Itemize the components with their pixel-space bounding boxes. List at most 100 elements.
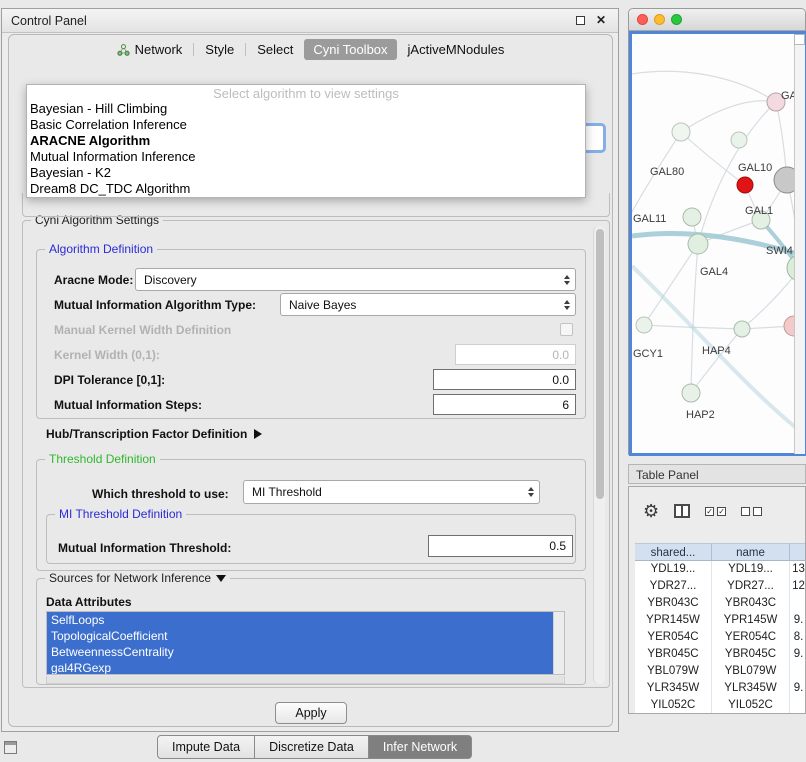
table-row[interactable]: YDR27...YDR27...12 [635, 578, 806, 595]
table-row[interactable]: YBL079WYBL079W [635, 663, 806, 680]
algorithm-option-selected[interactable]: ARACNE Algorithm [27, 133, 585, 149]
aracne-mode-select[interactable]: Discovery [135, 268, 576, 291]
close-icon[interactable]: ✕ [596, 13, 606, 27]
table-cell[interactable]: 8. [790, 629, 806, 646]
minimized-panel-icon[interactable] [4, 741, 17, 754]
network-node[interactable] [682, 384, 700, 402]
tab-cyni-toolbox[interactable]: Cyni Toolbox [304, 39, 396, 60]
table-panel-titlebar[interactable]: Table Panel [628, 464, 806, 484]
network-vertical-scrollbar[interactable] [794, 34, 805, 454]
algorithm-option[interactable]: Dream8 DC_TDC Algorithm [27, 181, 585, 197]
which-threshold-select[interactable]: MI Threshold [243, 480, 540, 504]
network-edge[interactable] [691, 244, 698, 393]
sources-group-title[interactable]: Sources for Network Inference [45, 571, 230, 585]
settings-scrollbar[interactable] [593, 226, 605, 684]
table-cell[interactable]: YLR345W [712, 680, 790, 697]
zoom-traffic-light[interactable] [671, 14, 682, 25]
table-cell[interactable]: 13 [790, 561, 806, 578]
mi-steps-field[interactable]: 6 [433, 394, 576, 415]
table-cell[interactable]: YBR043C [635, 595, 712, 612]
table-cell[interactable]: YPR145W [712, 612, 790, 629]
tab-style[interactable]: Style [196, 39, 243, 60]
network-node[interactable] [734, 321, 750, 337]
table-row[interactable]: YLR345WYLR345W9. [635, 680, 806, 697]
kernel-width-field[interactable]: 0.0 [455, 344, 576, 365]
attribute-item-selected[interactable]: gal4RGexp [47, 660, 555, 675]
control-panel-titlebar[interactable]: Control Panel ✕ [2, 9, 618, 33]
table-cell[interactable]: YBR045C [712, 646, 790, 663]
table-cell[interactable] [790, 697, 806, 714]
gear-icon[interactable]: ⚙ [643, 501, 659, 521]
deselect-all-icon[interactable] [741, 507, 762, 516]
hub-transcription-section[interactable]: Hub/Transcription Factor Definition [46, 427, 262, 441]
settings-scrollbar-thumb[interactable] [596, 229, 604, 499]
table-cell[interactable]: YDR27... [635, 578, 712, 595]
network-canvas[interactable]: GAL...GAL80GAL10GAL11GAL1SWI4GAL4GCY1HAP… [629, 31, 806, 456]
network-node[interactable] [636, 317, 652, 333]
table-cell[interactable]: YPR145W [635, 612, 712, 629]
table-cell[interactable]: 9. [790, 646, 806, 663]
algorithm-option[interactable]: Bayesian - K2 [27, 165, 585, 181]
network-edge[interactable] [632, 71, 776, 102]
select-all-icon[interactable]: ✓✓ [705, 507, 726, 516]
attribute-item-selected[interactable]: TopologicalCoefficient [47, 628, 555, 644]
table-row[interactable]: YDL19...YDL19...13 [635, 561, 806, 578]
apply-button[interactable]: Apply [275, 702, 347, 724]
table-cell[interactable]: YIL052C [712, 697, 790, 714]
table-cell[interactable]: YER054C [635, 629, 712, 646]
tab-infer-network[interactable]: Infer Network [368, 735, 472, 759]
table-cell[interactable]: YIL052C [635, 697, 712, 714]
algorithm-option[interactable]: Mutual Information Inference [27, 149, 585, 165]
network-node[interactable] [737, 177, 753, 193]
algorithm-option[interactable]: Basic Correlation Inference [27, 117, 585, 133]
tab-network[interactable]: Network [108, 39, 192, 60]
network-window-titlebar[interactable] [629, 9, 805, 31]
manual-kernel-width-checkbox[interactable] [560, 323, 573, 336]
tab-impute-data[interactable]: Impute Data [157, 735, 255, 759]
table-cell[interactable]: 9. [790, 680, 806, 697]
tab-discretize-data[interactable]: Discretize Data [254, 735, 369, 759]
network-node[interactable] [688, 234, 708, 254]
table-cell[interactable]: YBR043C [712, 595, 790, 612]
table-row[interactable]: YBR045CYBR045C9. [635, 646, 806, 663]
table-cell[interactable]: 9. [790, 612, 806, 629]
columns-icon[interactable] [674, 504, 690, 518]
network-edge[interactable] [691, 329, 742, 393]
expand-right-icon[interactable] [254, 429, 262, 439]
network-node[interactable] [672, 123, 690, 141]
close-traffic-light[interactable] [637, 14, 648, 25]
collapse-down-icon[interactable] [216, 575, 226, 582]
table-cell[interactable]: YLR345W [635, 680, 712, 697]
network-node[interactable] [731, 132, 747, 148]
list-vertical-scrollbar[interactable] [553, 612, 564, 674]
table-row[interactable]: YER054CYER054C8. [635, 629, 806, 646]
minimize-traffic-light[interactable] [654, 14, 665, 25]
attribute-item-selected[interactable]: SelfLoops [47, 612, 555, 628]
table-cell[interactable]: YDR27... [712, 578, 790, 595]
tab-select[interactable]: Select [248, 39, 302, 60]
mi-threshold-field[interactable]: 0.5 [428, 535, 573, 557]
algorithm-option[interactable]: Bayesian - Hill Climbing [27, 101, 585, 117]
table-cell[interactable]: YDL19... [712, 561, 790, 578]
table-cell[interactable]: YBR045C [635, 646, 712, 663]
table-row[interactable]: YBR043CYBR043C [635, 595, 806, 612]
tab-jactivemnodules[interactable]: jActiveMNodules [399, 39, 514, 60]
float-window-icon[interactable] [576, 16, 585, 25]
table-row[interactable]: YPR145WYPR145W9. [635, 612, 806, 629]
dpi-tolerance-field[interactable]: 0.0 [433, 369, 576, 390]
data-attributes-list[interactable]: SelfLoops TopologicalCoefficient Between… [46, 611, 565, 675]
column-header[interactable]: name [712, 543, 790, 561]
table-cell[interactable]: YBL079W [712, 663, 790, 680]
column-header[interactable]: shared... [635, 543, 712, 561]
table-cell[interactable]: 12 [790, 578, 806, 595]
column-header[interactable] [790, 543, 806, 561]
table-cell[interactable]: YBL079W [635, 663, 712, 680]
table-cell[interactable] [790, 595, 806, 612]
table-cell[interactable]: YER054C [712, 629, 790, 646]
mi-algorithm-type-select[interactable]: Naive Bayes [280, 293, 576, 316]
network-node[interactable] [683, 208, 701, 226]
table-cell[interactable]: YDL19... [635, 561, 712, 578]
table-row[interactable]: YIL052CYIL052C [635, 697, 806, 714]
attribute-item-selected[interactable]: BetweennessCentrality [47, 644, 555, 660]
list-horizontal-scrollbar[interactable] [46, 676, 565, 684]
